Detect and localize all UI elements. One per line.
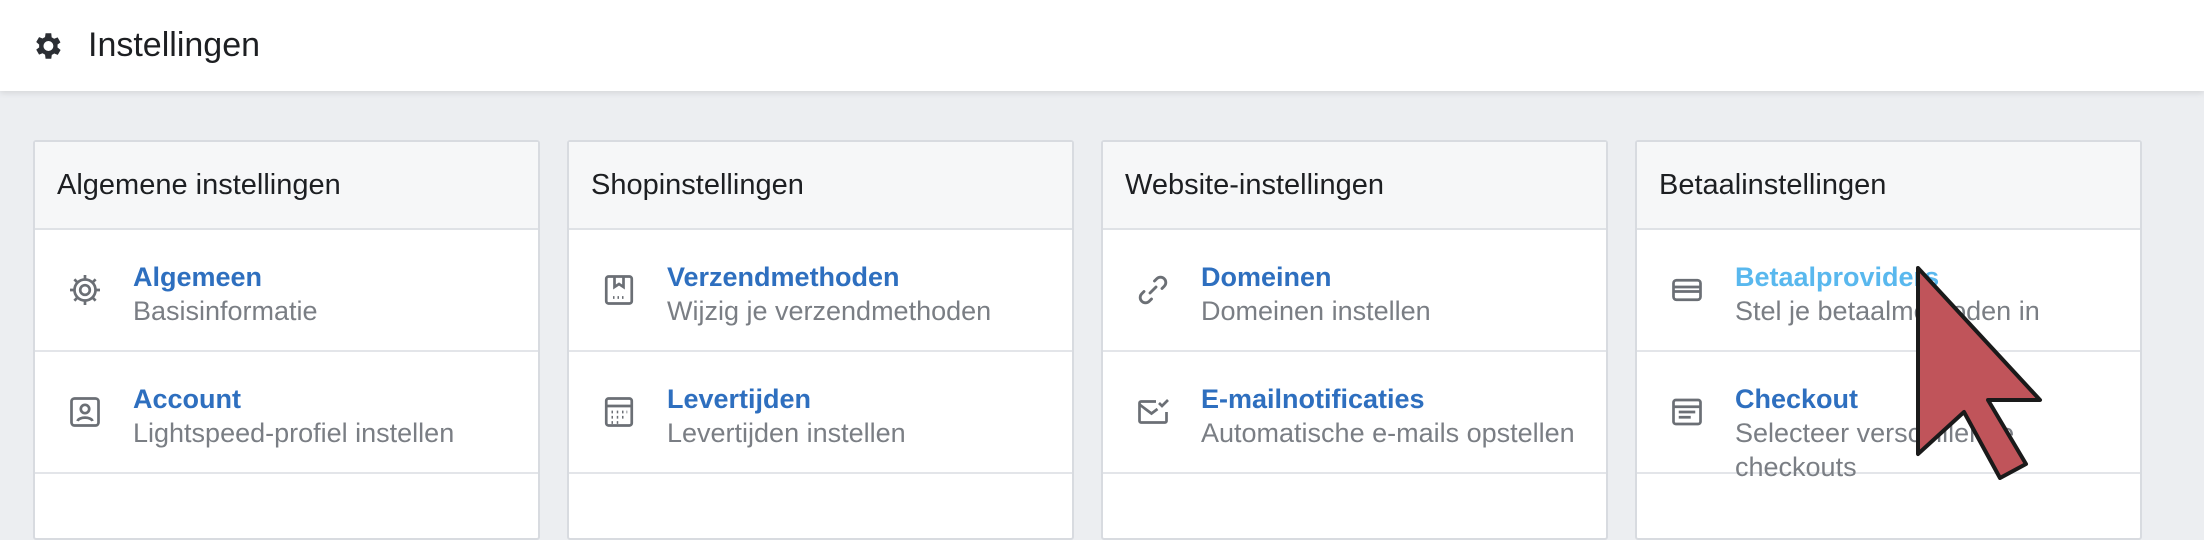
item-description: Basisinformatie	[133, 296, 318, 326]
credit-card-icon	[1669, 272, 1705, 308]
item-label: Domeinen	[1201, 262, 1332, 292]
panel-title: Betaalinstellingen	[1637, 142, 2140, 230]
calendar-icon	[601, 394, 637, 430]
item-label: Verzendmethoden	[667, 262, 900, 292]
mouse-cursor-icon	[1916, 266, 2042, 480]
item-label: Account	[133, 384, 241, 414]
checkout-icon	[1669, 394, 1705, 430]
item-description: Automatische e-mails opstellen	[1201, 418, 1575, 448]
panel-betaalinstellingen: Betaalinstellingen Betaalproviders Stel …	[1635, 140, 2142, 540]
panel-title: Shopinstellingen	[569, 142, 1072, 230]
settings-item-domeinen[interactable]: Domeinen Domeinen instellen	[1103, 230, 1606, 352]
item-label: Levertijden	[667, 384, 812, 414]
panel-title: Website-instellingen	[1103, 142, 1606, 230]
panel-shopinstellingen: Shopinstellingen Verzendmethoden Wijzig …	[567, 140, 1074, 540]
settings-grid: Algemene instellingen Algemeen Basisinfo…	[33, 140, 2142, 540]
panel-algemene-instellingen: Algemene instellingen Algemeen Basisinfo…	[33, 140, 540, 540]
settings-item-e-mailnotificaties[interactable]: E-mailnotificaties Automatische e-mails …	[1103, 352, 1606, 474]
profile-icon	[67, 394, 103, 430]
item-description: Wijzig je verzendmethoden	[667, 296, 992, 326]
panel-title: Algemene instellingen	[35, 142, 538, 230]
settings-item-account[interactable]: Account Lightspeed-profiel instellen	[35, 352, 538, 474]
settings-item-betaalproviders[interactable]: Betaalproviders Stel je betaalmethoden i…	[1637, 230, 2140, 352]
settings-item-algemeen[interactable]: Algemeen Basisinformatie	[35, 230, 538, 352]
settings-item-checkout[interactable]: Checkout Selecteer verschillende checkou…	[1637, 352, 2140, 482]
gear-icon	[30, 29, 64, 63]
item-description: Lightspeed-profiel instellen	[133, 418, 455, 448]
item-description: Levertijden instellen	[667, 418, 906, 448]
page-title: Instellingen	[88, 26, 261, 64]
settings-item-verzendmethoden[interactable]: Verzendmethoden Wijzig je verzendmethode…	[569, 230, 1072, 352]
settings-item-levertijden[interactable]: Levertijden Levertijden instellen	[569, 352, 1072, 474]
item-label: E-mailnotificaties	[1201, 384, 1425, 414]
panel-website-instellingen: Website-instellingen Domeinen Domeinen i…	[1101, 140, 1608, 540]
link-icon	[1135, 272, 1171, 308]
mail-icon	[1135, 394, 1171, 430]
box-icon	[601, 272, 637, 308]
top-bar: Instellingen	[0, 0, 2204, 91]
gear-icon	[67, 272, 103, 308]
item-description: Domeinen instellen	[1201, 296, 1431, 326]
item-label: Algemeen	[133, 262, 263, 292]
